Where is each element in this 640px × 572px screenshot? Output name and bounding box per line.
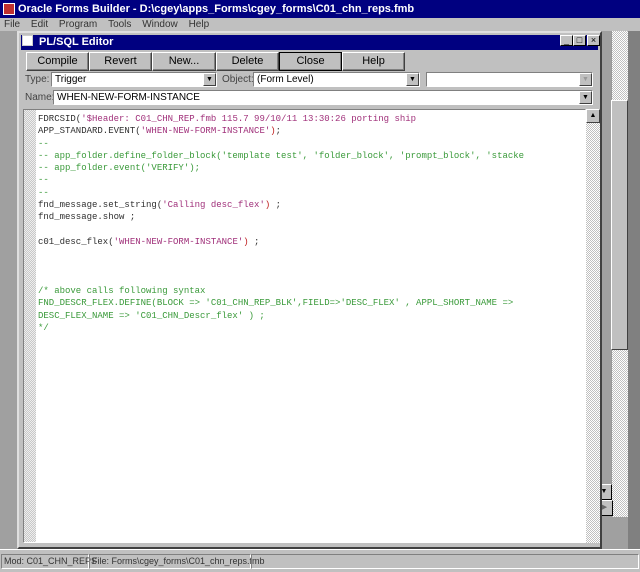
compile-button[interactable]: Compile xyxy=(26,52,89,71)
code-token: FND_DESCR_FLEX.DEFINE(BLOCK => 'C01_CHN_… xyxy=(38,298,514,309)
chevron-down-icon[interactable]: ▼ xyxy=(406,73,419,86)
code-token: APP_STANDARD.EVENT( xyxy=(38,126,141,137)
code-token: FDRCSID( xyxy=(38,114,82,124)
chevron-down-icon: ▼ xyxy=(579,73,592,86)
close-button[interactable]: Close xyxy=(279,52,342,71)
minimize-button[interactable]: _ xyxy=(560,35,573,46)
code-line: FND_DESCR_FLEX.DEFINE(BLOCK => 'C01_CHN_… xyxy=(38,297,524,309)
code-token: -- xyxy=(38,187,49,198)
code-token: DESC_FLEX_NAME => 'C01_CHN_Descr_flex' )… xyxy=(38,310,265,321)
object-select[interactable]: (Form Level) ▼ xyxy=(253,72,420,87)
type-value: Trigger xyxy=(55,74,87,85)
object-secondary-select[interactable]: ▼ xyxy=(426,72,593,87)
code-line: APP_STANDARD.EVENT('WHEN-NEW-FORM-INSTAN… xyxy=(38,125,524,137)
name-value: WHEN-NEW-FORM-INSTANCE xyxy=(57,92,200,103)
code-line: -- xyxy=(38,187,524,199)
code-token: -- app_folder.define_folder_block('templ… xyxy=(38,150,525,161)
code-line: fnd_message.show ; xyxy=(38,211,524,223)
status-empty xyxy=(251,554,639,569)
code-token: ; xyxy=(270,200,282,211)
code-line: /* above calls following syntax xyxy=(38,285,524,297)
code-token: ; xyxy=(275,126,282,137)
name-select[interactable]: WHEN-NEW-FORM-INSTANCE ▼ xyxy=(53,90,593,105)
app-title: Oracle Forms Builder - D:\cgey\apps_Form… xyxy=(18,3,415,15)
editor-document-icon xyxy=(22,35,33,46)
chevron-down-icon[interactable]: ▼ xyxy=(579,91,592,104)
editor-vertical-scrollbar[interactable]: ▲ xyxy=(586,109,600,543)
object-label: Object: xyxy=(222,74,254,85)
code-token: -- xyxy=(38,175,49,186)
code-line: DESC_FLEX_NAME => 'C01_CHN_Descr_flex' )… xyxy=(38,310,524,322)
close-window-button[interactable]: × xyxy=(587,35,600,46)
code-lines: FDRCSID('$Header: C01_CHN_REP.fmb 115.7 … xyxy=(38,113,524,334)
editor-title-bar[interactable]: PL/SQL Editor xyxy=(21,35,598,50)
code-token: fnd_message.show ; xyxy=(38,212,136,223)
app-title-bar: Oracle Forms Builder - D:\cgey\apps_Form… xyxy=(0,0,640,18)
scroll-up-arrow-icon[interactable]: ▲ xyxy=(586,109,600,123)
code-line: fnd_message.set_string('Calling desc_fle… xyxy=(38,199,524,211)
mdi-background xyxy=(628,31,640,549)
menu-window[interactable]: Window xyxy=(142,19,178,30)
oracle-forms-icon xyxy=(3,3,15,15)
code-token: 'Calling desc_flex' xyxy=(162,200,265,211)
workspace-scroll-thumb[interactable] xyxy=(611,100,628,350)
code-line: c01_desc_flex('WHEN-NEW-FORM-INSTANCE') … xyxy=(38,236,524,248)
code-line: -- app_folder.event('VERIFY'); xyxy=(38,162,524,174)
code-token: 'WHEN-NEW-FORM-INSTANCE' xyxy=(113,236,244,247)
plsql-editor-window: PL/SQL Editor _ □ × Compile Revert New..… xyxy=(17,31,602,549)
code-editor[interactable]: FDRCSID('$Header: C01_CHN_REP.fmb 115.7 … xyxy=(23,109,586,543)
code-token: -- app_folder.event('VERIFY'); xyxy=(38,163,201,174)
code-token: */ xyxy=(38,323,49,334)
code-line: -- xyxy=(38,138,524,150)
menu-edit[interactable]: Edit xyxy=(31,19,48,30)
name-label: Name: xyxy=(25,92,55,103)
type-label: Type: xyxy=(25,74,50,85)
help-button[interactable]: Help xyxy=(342,52,405,71)
type-select[interactable]: Trigger ▼ xyxy=(51,72,217,87)
menu-help[interactable]: Help xyxy=(189,19,210,30)
status-file: File: Forms\cgey_forms\C01_chn_reps.fmb xyxy=(89,554,265,569)
code-line: -- app_folder.define_folder_block('templ… xyxy=(38,150,524,162)
menu-program[interactable]: Program xyxy=(59,19,97,30)
object-value: (Form Level) xyxy=(257,74,314,85)
status-bar: Mod: C01_CHN_REPS File: Forms\cgey_forms… xyxy=(0,549,640,572)
editor-title: PL/SQL Editor xyxy=(39,36,114,48)
code-token: /* above calls following syntax xyxy=(38,286,206,297)
chevron-down-icon[interactable]: ▼ xyxy=(203,73,216,86)
code-token: fnd_message.set_string( xyxy=(38,200,163,211)
editor-gutter xyxy=(24,110,36,542)
code-token: ; xyxy=(248,236,260,247)
code-token: 'WHEN-NEW-FORM-INSTANCE' xyxy=(140,126,271,137)
code-line: -- xyxy=(38,174,524,186)
menu-file[interactable]: File xyxy=(4,19,20,30)
menu-bar: File Edit Program Tools Window Help xyxy=(0,18,640,31)
code-token: '$Header: C01_CHN_REP.fmb 115.7 99/10/11… xyxy=(81,114,417,124)
new-button[interactable]: New... xyxy=(152,52,216,71)
revert-button[interactable]: Revert xyxy=(89,52,152,71)
maximize-button[interactable]: □ xyxy=(573,35,586,46)
code-line: */ xyxy=(38,322,524,334)
status-module: Mod: C01_CHN_REPS xyxy=(1,554,97,569)
code-token: c01_desc_flex( xyxy=(38,236,114,247)
delete-button[interactable]: Delete xyxy=(216,52,279,71)
menu-tools[interactable]: Tools xyxy=(108,19,131,30)
code-line: FDRCSID('$Header: C01_CHN_REP.fmb 115.7 … xyxy=(38,113,524,125)
code-token: -- xyxy=(38,138,49,149)
